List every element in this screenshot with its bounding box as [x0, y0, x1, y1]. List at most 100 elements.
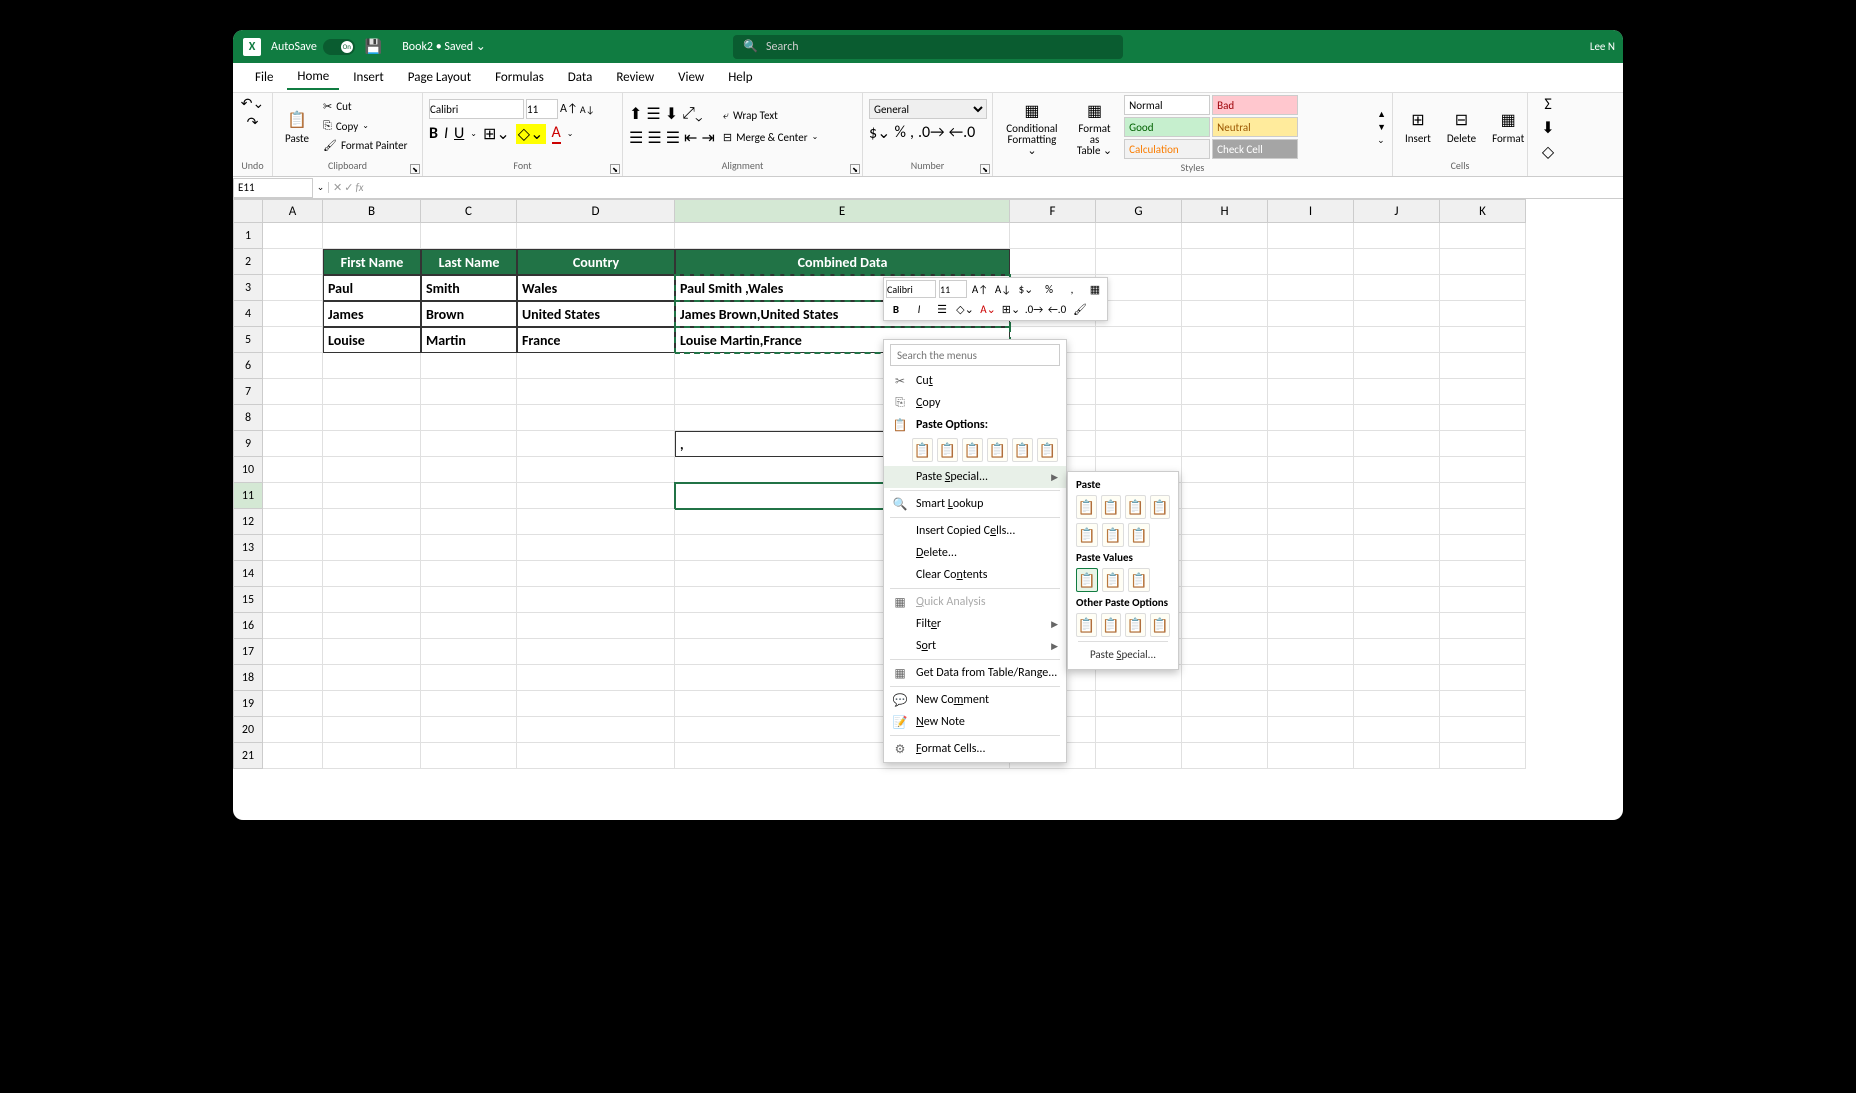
cell-D20[interactable]	[517, 717, 675, 743]
cell-I19[interactable]	[1268, 691, 1354, 717]
font-name-select[interactable]	[429, 99, 524, 119]
cell-I15[interactable]	[1268, 587, 1354, 613]
cell-styles-gallery[interactable]: Normal Bad Good Neutral Calculation Chec…	[1124, 95, 1373, 159]
cell-J15[interactable]	[1354, 587, 1440, 613]
cell-J20[interactable]	[1354, 717, 1440, 743]
cell-K19[interactable]	[1440, 691, 1526, 717]
menu-help[interactable]: Help	[718, 66, 762, 89]
col-header-G[interactable]: G	[1096, 199, 1182, 223]
cancel-formula-icon[interactable]: ✕	[333, 181, 342, 194]
cell-A4[interactable]	[263, 301, 323, 327]
cell-D14[interactable]	[517, 561, 675, 587]
cell-I6[interactable]	[1268, 353, 1354, 379]
cell-H13[interactable]	[1182, 535, 1268, 561]
cell-K4[interactable]	[1440, 301, 1526, 327]
mini-align-icon[interactable]: ☰	[932, 300, 952, 318]
styles-scroll[interactable]: ▲▼⌄	[1377, 109, 1386, 146]
cell-K10[interactable]	[1440, 457, 1526, 483]
mini-dec-decimal-icon[interactable]: ←.0	[1047, 300, 1067, 318]
cell-C20[interactable]	[421, 717, 517, 743]
mini-inc-decimal-icon[interactable]: .0→	[1024, 300, 1044, 318]
cell-D6[interactable]	[517, 353, 675, 379]
cell-B7[interactable]	[323, 379, 421, 405]
cell-B12[interactable]	[323, 509, 421, 535]
row-header-17[interactable]: 17	[233, 639, 263, 665]
ctx-cut[interactable]: ✂Cut	[884, 370, 1066, 392]
cell-I2[interactable]	[1268, 249, 1354, 275]
col-header-D[interactable]: D	[517, 199, 675, 223]
row-header-11[interactable]: 11	[233, 483, 263, 509]
ctx-delete[interactable]: Delete...	[884, 542, 1066, 564]
cell-G3[interactable]	[1096, 275, 1182, 301]
cell-C9[interactable]	[421, 431, 517, 457]
mini-increase-font-icon[interactable]: A↑	[970, 280, 990, 298]
sub-paste-values-src-icon[interactable]: 📋	[1128, 568, 1150, 592]
cell-H21[interactable]	[1182, 743, 1268, 769]
paste-transpose-icon[interactable]: 📋	[987, 438, 1008, 462]
format-painter-button[interactable]: 🖌Format Painter	[319, 137, 411, 154]
cell-B16[interactable]	[323, 613, 421, 639]
underline-button[interactable]: U	[454, 124, 464, 143]
align-top-icon[interactable]: ⬆	[629, 104, 642, 124]
cell-C18[interactable]	[421, 665, 517, 691]
cell-D5[interactable]: France	[517, 327, 675, 353]
cell-C17[interactable]	[421, 639, 517, 665]
cell-C21[interactable]	[421, 743, 517, 769]
cell-B20[interactable]	[323, 717, 421, 743]
format-as-table-button[interactable]: ▦ Format asTable ⌄	[1069, 97, 1120, 158]
sub-paste-no-borders-icon[interactable]: 📋	[1128, 523, 1150, 547]
cell-E2[interactable]: Combined Data	[675, 249, 1010, 275]
cell-A15[interactable]	[263, 587, 323, 613]
bold-button[interactable]: B	[429, 124, 438, 143]
mini-format-painter-icon[interactable]: 🖌	[1070, 300, 1090, 318]
cell-G4[interactable]	[1096, 301, 1182, 327]
cell-J9[interactable]	[1354, 431, 1440, 457]
cell-D17[interactable]	[517, 639, 675, 665]
cell-B21[interactable]	[323, 743, 421, 769]
cell-G9[interactable]	[1096, 431, 1182, 457]
cell-B10[interactable]	[323, 457, 421, 483]
search-box[interactable]: 🔍 Search	[733, 35, 1123, 59]
style-bad[interactable]: Bad	[1212, 95, 1298, 115]
ctx-filter[interactable]: Filter▶	[884, 613, 1066, 635]
cell-H15[interactable]	[1182, 587, 1268, 613]
cell-B6[interactable]	[323, 353, 421, 379]
cell-J11[interactable]	[1354, 483, 1440, 509]
cell-K14[interactable]	[1440, 561, 1526, 587]
cell-H9[interactable]	[1182, 431, 1268, 457]
col-header-I[interactable]: I	[1268, 199, 1354, 223]
name-box[interactable]: E11	[233, 178, 313, 198]
cell-C16[interactable]	[421, 613, 517, 639]
cell-C11[interactable]	[421, 483, 517, 509]
cell-D18[interactable]	[517, 665, 675, 691]
fill-icon[interactable]: ⬇	[1541, 118, 1554, 138]
document-title[interactable]: Book2 • Saved ⌄	[402, 39, 486, 54]
cell-H7[interactable]	[1182, 379, 1268, 405]
cell-K17[interactable]	[1440, 639, 1526, 665]
undo-icon[interactable]: ↶⌄	[241, 95, 264, 112]
row-header-10[interactable]: 10	[233, 457, 263, 483]
decrease-indent-icon[interactable]: ⇤	[684, 128, 697, 148]
row-header-12[interactable]: 12	[233, 509, 263, 535]
cell-A1[interactable]	[263, 223, 323, 249]
cell-K9[interactable]	[1440, 431, 1526, 457]
sub-paste-special-link[interactable]: Paste Special...	[1072, 644, 1174, 665]
spreadsheet-grid[interactable]: ABCDEFGHIJK 1234567891011121314151617181…	[233, 199, 1623, 820]
sub-paste-formulas-icon[interactable]: 📋	[1101, 495, 1122, 519]
cell-A2[interactable]	[263, 249, 323, 275]
menu-page-layout[interactable]: Page Layout	[398, 66, 481, 89]
ctx-copy[interactable]: ⎘Copy	[884, 392, 1066, 414]
cell-D12[interactable]	[517, 509, 675, 535]
fx-icon[interactable]: fx	[355, 181, 363, 194]
sub-paste-transpose-icon[interactable]: 📋	[1102, 523, 1124, 547]
clear-icon[interactable]: ◇	[1542, 142, 1554, 162]
menu-formulas[interactable]: Formulas	[485, 66, 554, 89]
cell-A6[interactable]	[263, 353, 323, 379]
col-header-H[interactable]: H	[1182, 199, 1268, 223]
style-normal[interactable]: Normal	[1124, 95, 1210, 115]
cell-I20[interactable]	[1268, 717, 1354, 743]
wrap-text-button[interactable]: ⤶Wrap Text	[719, 107, 822, 125]
cell-A9[interactable]	[263, 431, 323, 457]
cell-K1[interactable]	[1440, 223, 1526, 249]
name-box-dropdown[interactable]: ⌄	[313, 182, 329, 193]
